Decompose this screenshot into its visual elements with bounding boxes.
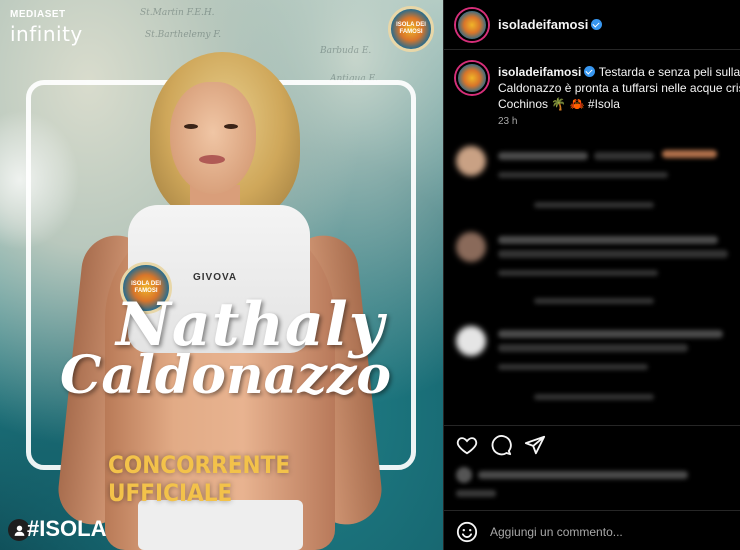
infinity-logo: infinity (10, 22, 83, 46)
shirt-brand: GIVOVA (193, 272, 238, 283)
mediaset-logo: MEDIASET (10, 9, 66, 20)
comment-avatar[interactable] (456, 146, 486, 176)
comment-text (498, 344, 688, 352)
header-username[interactable]: isoladeifamosi (498, 17, 603, 32)
caption-avatar[interactable] (456, 62, 488, 94)
comment-input[interactable] (490, 523, 690, 541)
role-label: CONCORRENTE UFFICIALE (108, 451, 291, 507)
face (170, 82, 256, 194)
contestant-last-name: Caldonazzo (60, 345, 392, 406)
post-header: isoladeifamosi (444, 0, 740, 50)
comment-avatar[interactable] (456, 326, 486, 356)
heart-icon[interactable] (456, 434, 478, 456)
map-label: St.Martin F.E.H. (140, 8, 215, 18)
map-label: Barbuda E. (320, 46, 372, 56)
verified-icon (584, 66, 596, 77)
post-time[interactable]: 23 h (498, 116, 517, 127)
map-label: St.Barthelemy F. (145, 30, 222, 40)
add-comment-bar (444, 510, 740, 550)
view-replies[interactable] (534, 202, 654, 208)
comment-meta (498, 364, 648, 370)
emoji-icon[interactable] (456, 521, 478, 543)
isola-badge: ISOLA DEI FAMOSI (388, 6, 434, 52)
liked-by-avatar[interactable] (456, 467, 472, 483)
verified-icon (591, 19, 603, 30)
post-image[interactable]: St.Martin F.E.H. St.Barthelemy F. Barbud… (0, 0, 443, 550)
comment-text (498, 236, 718, 244)
comment-meta (498, 270, 658, 276)
post-actions (444, 425, 740, 461)
comment-item (444, 322, 740, 412)
comment-icon[interactable] (490, 434, 512, 456)
comment-text (498, 152, 588, 160)
eye (224, 124, 238, 129)
comment-text (498, 330, 723, 338)
shorts (138, 500, 303, 550)
comment-text (594, 152, 654, 160)
eye (184, 124, 198, 129)
comment-text (498, 250, 728, 258)
view-replies[interactable] (534, 394, 654, 400)
comment-avatar[interactable] (456, 232, 486, 262)
comment-meta (498, 172, 668, 178)
caption-line-1: Testarda e senza peli sulla lingua, (598, 65, 740, 79)
caption: isoladeifamosi Testarda e senza peli sul… (498, 64, 740, 112)
person-icon (14, 525, 24, 536)
comment-item (444, 142, 740, 232)
caption-username[interactable]: isoladeifamosi (498, 65, 581, 79)
liked-by-text[interactable] (478, 471, 688, 479)
comment-item (444, 228, 740, 318)
post-side-panel: isoladeifamosi isoladeifamosi Testarda e… (443, 0, 740, 550)
comment-emoji (662, 150, 717, 158)
avatar[interactable] (456, 9, 488, 41)
lips (199, 155, 225, 164)
caption-line-3: Cochinos 🌴 🦀 #Isola (498, 97, 620, 111)
send-icon[interactable] (524, 434, 546, 456)
post-date (456, 490, 496, 497)
view-replies[interactable] (534, 298, 654, 304)
image-hashtag: #ISOLA (27, 516, 107, 541)
caption-line-2: Caldonazzo è pronta a tuffarsi nelle acq… (498, 81, 740, 95)
